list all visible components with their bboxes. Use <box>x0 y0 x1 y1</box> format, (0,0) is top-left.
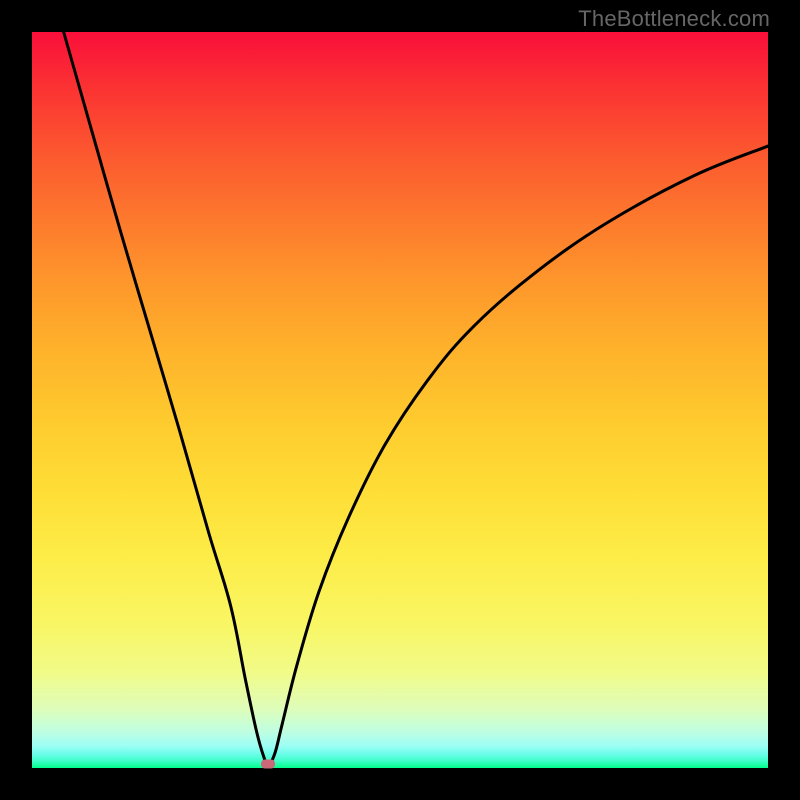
curve-svg <box>32 32 768 768</box>
plot-area <box>32 32 768 768</box>
watermark-text: TheBottleneck.com <box>578 6 770 32</box>
chart-frame: TheBottleneck.com <box>0 0 800 800</box>
bottleneck-curve-line <box>64 32 768 765</box>
minimum-marker <box>261 759 275 768</box>
